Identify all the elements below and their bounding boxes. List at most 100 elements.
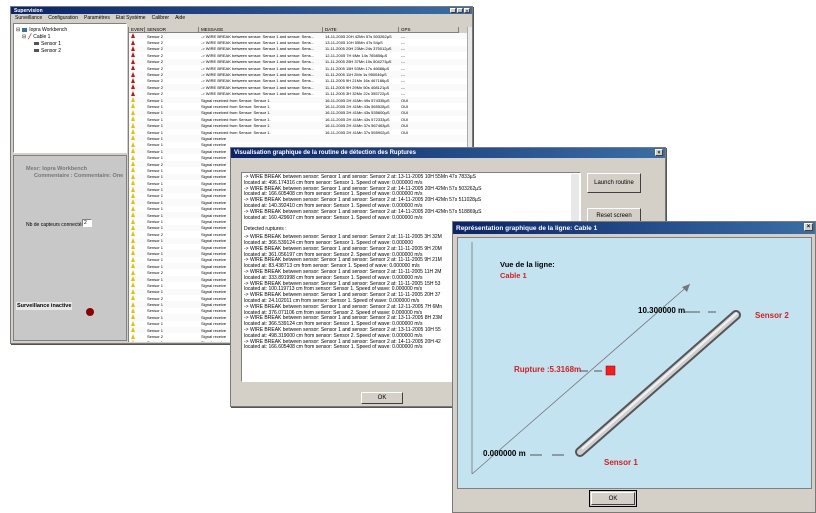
table-row[interactable]: Sensor 2 -> WIRE BREAK between sensor: Se… xyxy=(129,64,467,72)
cell-date: 16-11-2005 2H 41Mn 43s 572333µS xyxy=(325,116,390,122)
cell-sensor: Sensor 1 xyxy=(147,174,164,180)
warning-icon xyxy=(129,276,145,282)
cell-sensor: Sensor 1 xyxy=(147,289,164,295)
cell-sensor: Sensor 1 xyxy=(145,340,199,342)
col-event[interactable]: EVENT xyxy=(129,27,145,33)
close-button[interactable]: × xyxy=(804,223,813,231)
detection-ok-button[interactable]: OK xyxy=(361,392,403,404)
line-ok-button[interactable]: OK xyxy=(589,490,637,507)
table-row[interactable]: Sensor 1 Signal received from Sensor: Sen… xyxy=(129,103,467,110)
warning-icon xyxy=(129,301,145,308)
warning-icon xyxy=(129,288,145,295)
supervision-titlebar: Supervision _ □ × xyxy=(11,7,472,14)
warning-icon xyxy=(129,129,145,135)
cell-sensor: Sensor 2 xyxy=(147,161,164,167)
warning-icon xyxy=(129,167,145,173)
launch-routine-button[interactable]: Launch routine xyxy=(587,173,641,193)
alert-icon xyxy=(129,90,145,97)
close-button[interactable]: × xyxy=(464,8,470,13)
alert-icon xyxy=(129,52,145,58)
cable-tube-shine xyxy=(581,312,738,450)
warning-icon xyxy=(129,205,145,212)
warning-icon xyxy=(129,192,145,199)
col-gps[interactable]: GPS xyxy=(399,27,459,33)
cell-message: Signal receive xyxy=(201,135,227,141)
cell-message: -> WIRE BREAK between sensor: Sensor 1 a… xyxy=(201,40,315,46)
table-row[interactable]: Sensor 2 -> WIRE BREAK between sensor: Se… xyxy=(129,45,467,53)
table-row[interactable]: Sensor 2 -> WIRE BREAK between sensor: Se… xyxy=(129,58,467,65)
table-row[interactable]: Sensor 1 Signal received from Sensor: Sen… xyxy=(129,116,467,123)
axis-arrow xyxy=(682,284,690,292)
cell-gps: OUI xyxy=(401,116,409,122)
col-message[interactable]: MESSAGE xyxy=(199,27,323,33)
table-row[interactable]: Sensor 2 -> WIRE BREAK between sensor: Se… xyxy=(129,77,467,85)
top-length-label: 10.300000 m xyxy=(638,306,686,315)
cell-date: 11-11-2005 3H 32Mn 22s 355722µS xyxy=(325,91,390,97)
cell-gps: OUI xyxy=(401,97,409,103)
cell-gps: --- xyxy=(401,78,405,84)
warning-icon xyxy=(129,327,145,333)
cell-date: 16-11-2005 2H 41Mn 43s 565528µS xyxy=(325,103,390,109)
table-row[interactable]: Sensor 1 Signal received from Sensor: Sen… xyxy=(129,128,467,136)
cell-gps: --- xyxy=(401,72,405,78)
cell-sensor: Sensor 1 xyxy=(147,302,164,308)
cell-sensor: Sensor 1 xyxy=(147,193,164,199)
cell-message: Signal received from Sensor: Sensor 1. xyxy=(201,129,271,135)
warning-icon xyxy=(129,333,145,340)
table-row[interactable]: Sensor 2 -> WIRE BREAK between sensor: Se… xyxy=(129,71,467,78)
col-sensor[interactable]: SENSOR xyxy=(145,27,199,33)
maximize-button[interactable]: □ xyxy=(457,8,463,13)
tree-sensor-1[interactable]: Sensor 1 xyxy=(16,40,124,47)
close-button[interactable]: × xyxy=(655,149,663,156)
table-row[interactable]: Sensor 1 Signal received from Sensor: Sen… xyxy=(129,122,467,129)
menu-parametres[interactable]: Paramètres xyxy=(84,15,110,21)
cell-date: 14-11-2005 20H 42Mn 57s 503262µS xyxy=(325,33,392,39)
detection-controls: × xyxy=(655,149,663,156)
sensor-icon xyxy=(34,42,39,45)
tree-sensor-2[interactable]: Sensor 2 xyxy=(16,47,124,54)
cell-gps: --- xyxy=(401,33,405,39)
cell-sensor: Sensor 2 xyxy=(147,231,164,237)
cell-message: -> WIRE BREAK between sensor: Sensor 1 a… xyxy=(201,78,315,84)
warning-icon xyxy=(129,173,145,180)
cell-sensor: Sensor 2 xyxy=(147,46,164,52)
table-row[interactable]: Sensor 1 Signal received from Sensor: Sen… xyxy=(129,96,467,104)
warning-icon xyxy=(129,122,145,129)
cell-date: 11-11-2005 9H 21Mn 16s 467186µS xyxy=(325,78,390,84)
alert-icon xyxy=(129,39,145,46)
cell-sensor: Sensor 1 xyxy=(147,257,164,263)
cell-sensor: Sensor 1 xyxy=(147,238,164,244)
table-row[interactable]: Sensor 2 -> WIRE BREAK between sensor: Se… xyxy=(129,84,467,91)
cell-sensor: Sensor 1 xyxy=(147,103,164,109)
cell-sensor: Sensor 1 xyxy=(147,321,164,327)
table-row[interactable]: Sensor 2 -> WIRE BREAK between sensor: Se… xyxy=(129,39,467,46)
tree-cable[interactable]: ⊟ ╱ Cable 1 xyxy=(16,33,124,40)
menu-aide[interactable]: Aide xyxy=(175,15,185,21)
table-row[interactable]: Sensor 2 -> WIRE BREAK between sensor: Se… xyxy=(129,52,467,59)
cell-gps: --- xyxy=(401,52,405,58)
cell-sensor: Sensor 1 xyxy=(147,97,164,103)
cell-sensor: Sensor 1 xyxy=(147,167,164,173)
cell-sensor: Sensor 1 xyxy=(147,212,164,218)
warning-icon xyxy=(129,307,145,314)
table-row[interactable]: Sensor 2 -> WIRE BREAK between sensor: Se… xyxy=(129,33,467,40)
warning-icon xyxy=(129,314,145,320)
table-row[interactable]: Sensor 2 -> WIRE BREAK between sensor: Se… xyxy=(129,90,467,97)
menu-surveillance[interactable]: Surveillance xyxy=(15,15,42,21)
cell-gps: OUI xyxy=(401,123,409,129)
control-panel: Mesr: Iopra Workbench Commentaire : Comm… xyxy=(13,155,127,341)
warning-icon xyxy=(129,263,145,269)
menu-configuration[interactable]: Configuration xyxy=(48,15,78,21)
cell-sensor: Sensor 1 xyxy=(147,116,164,122)
cell-sensor: Sensor 2 xyxy=(147,65,164,71)
menu-etat-systeme[interactable]: Etat Système xyxy=(116,15,146,21)
table-row[interactable]: Sensor 1 Signal received from Sensor: Sen… xyxy=(129,109,467,117)
col-date[interactable]: DATE xyxy=(323,27,399,33)
tree-root[interactable]: ⊟ Iopra Workbench xyxy=(16,26,124,33)
view-heading: Vue de la ligne: xyxy=(500,260,555,269)
cell-gps: OUI xyxy=(401,110,409,116)
minimize-button[interactable]: _ xyxy=(450,8,456,13)
menu-calibrer[interactable]: Calibrer xyxy=(152,15,170,21)
sensor-count-field[interactable]: 2 xyxy=(82,219,92,227)
cell-date: 16-11-2005 2H 41Mn 37s 567463µS xyxy=(325,123,390,129)
